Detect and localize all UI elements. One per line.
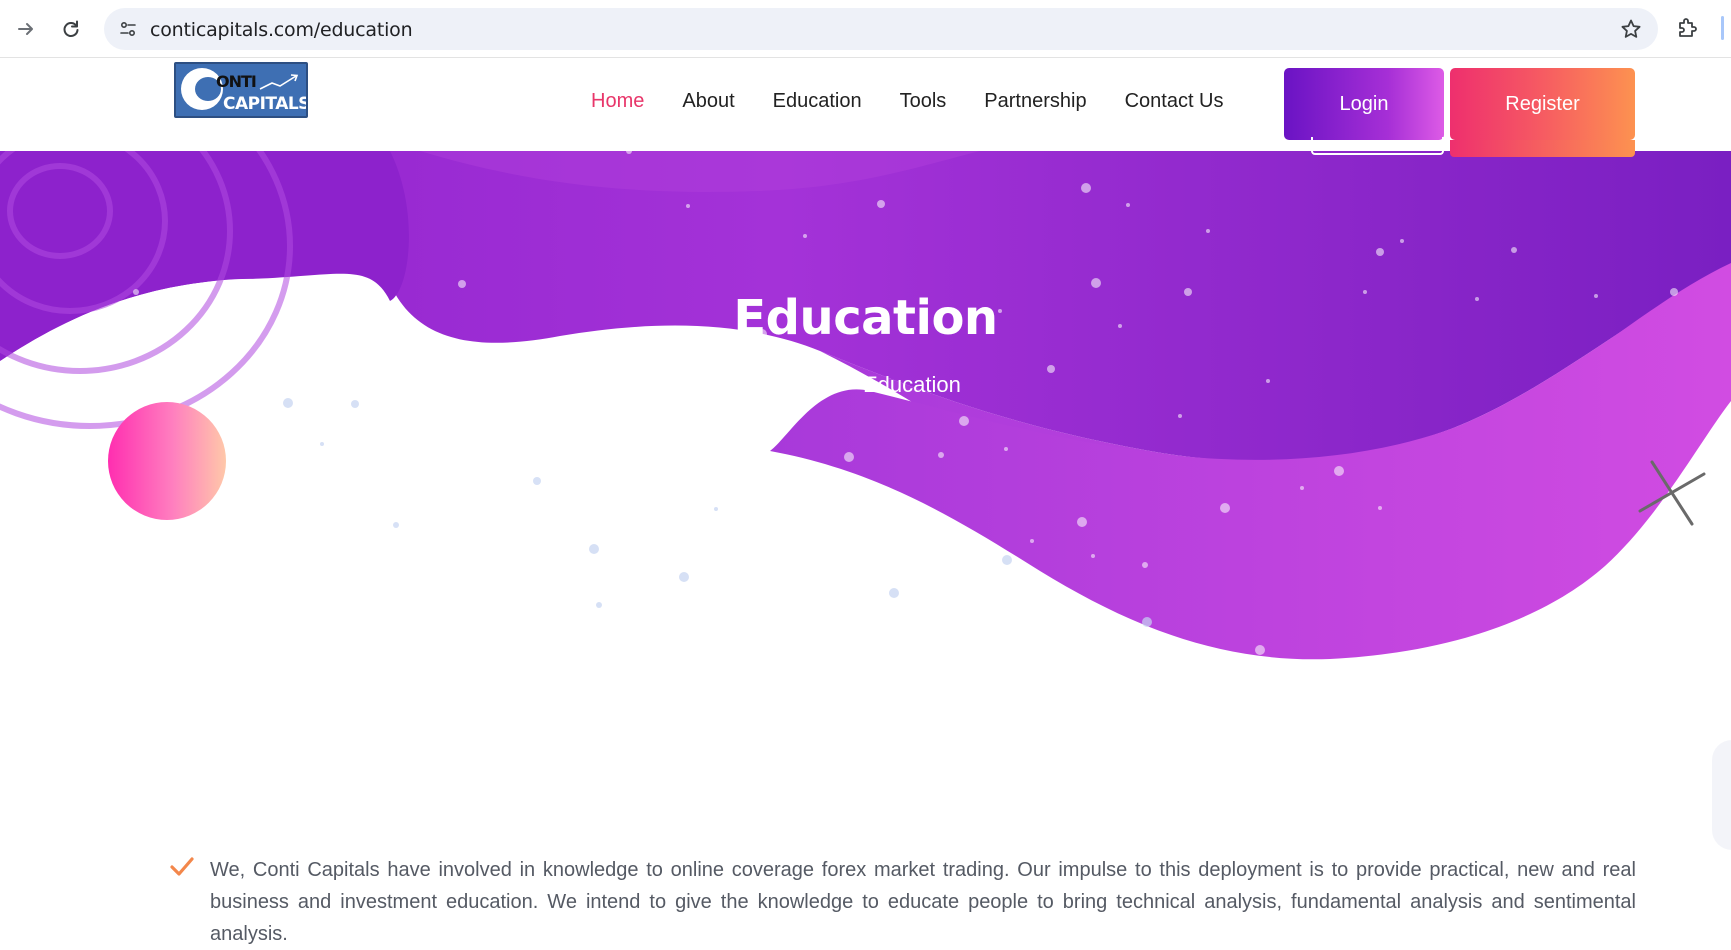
- nav-about[interactable]: About: [682, 90, 734, 113]
- breadcrumb-current: Education: [863, 372, 961, 397]
- browser-toolbar: conticapitals.com/education: [0, 0, 1731, 58]
- profile-edge[interactable]: [1721, 16, 1724, 40]
- intro-paragraph: We, Conti Capitals have involved in know…: [210, 859, 1636, 945]
- nav-home[interactable]: Home: [591, 90, 644, 113]
- page-title: Education: [733, 290, 998, 346]
- bookmark-star-icon[interactable]: [1620, 18, 1642, 40]
- button-shadow-outline: [1311, 137, 1444, 155]
- breadcrumb: Home / Education: [0, 372, 1731, 398]
- nav-education[interactable]: Education: [773, 90, 862, 113]
- nav-partnership[interactable]: Partnership: [984, 90, 1086, 113]
- site-info-icon[interactable]: [118, 19, 138, 39]
- main-nav: Home About Education Tools Partnership C…: [591, 90, 1262, 113]
- forward-icon[interactable]: [11, 14, 41, 44]
- breadcrumb-separator: /: [844, 372, 849, 390]
- nav-contact-us[interactable]: Contact Us: [1125, 90, 1224, 113]
- extensions-icon[interactable]: [1675, 16, 1701, 42]
- hero-background: [0, 151, 1731, 751]
- site-logo[interactable]: ONTI CAPITALS: [174, 62, 308, 118]
- logo-arrow-icon: [259, 74, 299, 90]
- hero-banner: Education Home / Education: [0, 151, 1731, 751]
- scroll-widget-edge: [1712, 740, 1731, 850]
- register-button[interactable]: Register: [1450, 68, 1635, 140]
- address-bar[interactable]: conticapitals.com/education: [104, 8, 1658, 50]
- reload-icon[interactable]: [56, 14, 86, 44]
- logo-text-top: ONTI: [216, 72, 257, 91]
- button-shadow-fill: [1450, 140, 1635, 157]
- nav-tools[interactable]: Tools: [900, 90, 947, 113]
- decorative-pink-circle: [108, 402, 226, 520]
- login-button[interactable]: Login: [1284, 68, 1444, 140]
- breadcrumb-home[interactable]: Home: [770, 372, 829, 398]
- check-icon: [170, 857, 194, 876]
- logo-text-bottom: CAPITALS: [223, 94, 308, 114]
- site-header: ONTI CAPITALS Home About Education Tools…: [0, 58, 1731, 151]
- url-text[interactable]: conticapitals.com/education: [150, 19, 413, 41]
